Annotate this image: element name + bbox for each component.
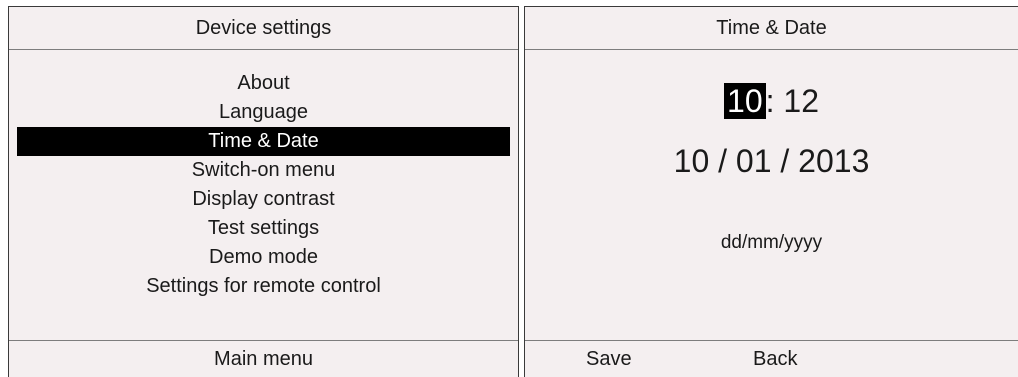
menu-item-display-contrast[interactable]: Display contrast bbox=[9, 185, 518, 214]
screen-title: Time & Date bbox=[716, 16, 827, 39]
main-menu-button[interactable]: Main menu bbox=[9, 341, 518, 377]
menu-item-demo-mode[interactable]: Demo mode bbox=[9, 243, 518, 272]
hour-field[interactable]: 10 bbox=[724, 83, 766, 119]
settings-menu: About Language Time & Date Switch-on men… bbox=[9, 69, 518, 301]
screen-title: Device settings bbox=[195, 16, 332, 39]
date-field[interactable]: 10 / 01 / 2013 bbox=[525, 141, 1018, 181]
header-divider bbox=[525, 49, 1018, 50]
menu-item-time-date[interactable]: Time & Date bbox=[17, 127, 510, 156]
menu-item-language[interactable]: Language bbox=[9, 98, 518, 127]
device-settings-screen: Device settings About Language Time & Da… bbox=[8, 6, 519, 377]
save-button[interactable]: Save bbox=[586, 341, 632, 377]
menu-item-about[interactable]: About bbox=[9, 69, 518, 98]
menu-item-switch-on-menu[interactable]: Switch-on menu bbox=[9, 156, 518, 185]
time-date-screen: Time & Date 10: 12 10 / 01 / 2013 dd/mm/… bbox=[524, 6, 1018, 377]
date-format-hint: dd/mm/yyyy bbox=[720, 232, 823, 253]
time-editor: 10: 12 bbox=[525, 81, 1018, 121]
time-separator: : bbox=[765, 83, 775, 119]
header-divider bbox=[9, 49, 518, 50]
minute-field[interactable]: 12 bbox=[783, 83, 819, 119]
menu-item-remote-control-settings[interactable]: Settings for remote control bbox=[9, 272, 518, 301]
menu-item-test-settings[interactable]: Test settings bbox=[9, 214, 518, 243]
back-button[interactable]: Back bbox=[753, 341, 797, 377]
